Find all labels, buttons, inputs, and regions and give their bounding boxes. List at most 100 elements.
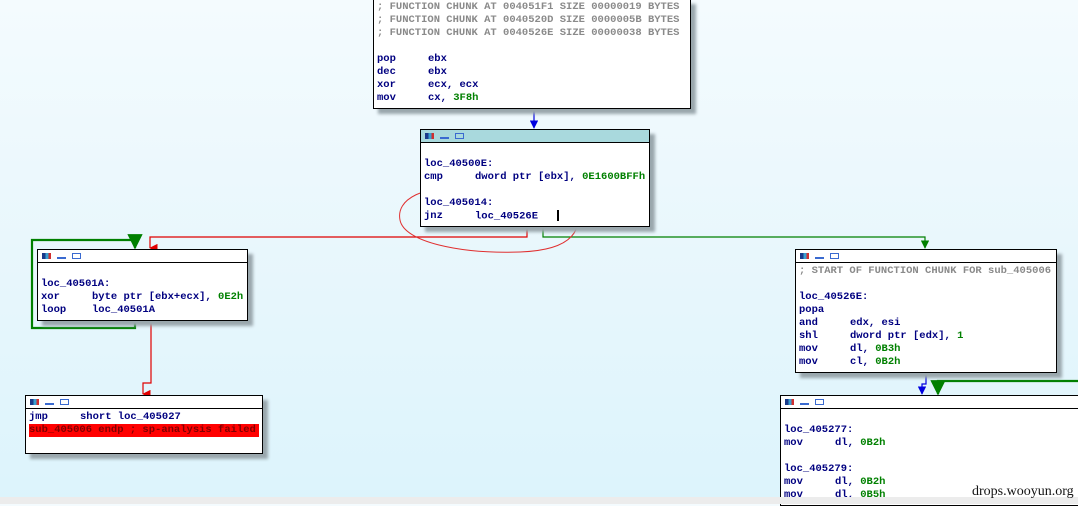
operand: edx, esi xyxy=(850,317,901,329)
mnemonic: cmp xyxy=(424,171,443,183)
graph-color-icon[interactable] xyxy=(30,399,39,405)
code-line[interactable] xyxy=(41,265,244,278)
code-line[interactable]: dec ebx xyxy=(377,66,687,79)
code-block-loc_40526E[interactable]: ; START OF FUNCTION CHUNK FOR sub_405006… xyxy=(795,249,1057,373)
mnemonic: mov xyxy=(784,437,803,449)
block-body: ; FUNCTION CHUNK AT 004051F1 SIZE 000000… xyxy=(374,0,690,108)
operand: short loc_405027 xyxy=(80,411,181,423)
code-block-jmp_block[interactable]: jmp short loc_405027 sub_405006 endp ; sp-… xyxy=(25,395,263,454)
operand: cx, xyxy=(428,92,454,104)
immediate-value: 0E1600BFFh xyxy=(582,171,646,183)
edge-to-loc_405277 xyxy=(917,370,927,395)
operand: dl, xyxy=(835,437,861,449)
code-line[interactable]: ; FUNCTION CHUNK AT 0040526E SIZE 000000… xyxy=(377,27,687,40)
mnemonic: xor xyxy=(41,291,60,303)
code-line[interactable]: ; FUNCTION CHUNK AT 004051F1 SIZE 000000… xyxy=(377,1,687,14)
operand: ecx, ecx xyxy=(428,79,479,91)
mnemonic: dec xyxy=(377,66,396,78)
code-line[interactable] xyxy=(424,184,646,197)
immediate-value: 0B2h xyxy=(860,437,886,449)
mnemonic: mov xyxy=(799,356,818,368)
code-label[interactable]: loc_40501A: xyxy=(41,278,110,290)
node-group-icon[interactable] xyxy=(60,399,69,405)
horizontal-scrollbar[interactable] xyxy=(0,497,1078,504)
block-header xyxy=(38,250,247,263)
code-block-loc_40501A[interactable]: loc_40501A: xor byte ptr [ebx+ecx], 0E2h lo… xyxy=(37,249,248,321)
block-body: ; START OF FUNCTION CHUNK FOR sub_405006… xyxy=(796,263,1056,372)
code-line[interactable] xyxy=(784,411,1078,424)
code-line[interactable] xyxy=(784,450,1078,463)
operand: byte ptr [ebx+ecx], xyxy=(92,291,219,303)
node-rename-icon[interactable] xyxy=(45,399,54,405)
code-line[interactable]: ; START OF FUNCTION CHUNK FOR sub_405006 xyxy=(799,265,1053,278)
operand: ebx xyxy=(428,66,447,78)
code-line[interactable]: mov dl, 0B2h xyxy=(784,437,1078,450)
code-label[interactable]: loc_405277: xyxy=(784,424,853,436)
code-line[interactable]: shl dword ptr [edx], 1 xyxy=(799,330,1053,343)
edge-true-to-loc_40526E xyxy=(542,226,930,249)
code-line[interactable]: loop loc_40501A xyxy=(41,304,244,317)
code-line[interactable]: jmp short loc_405027 xyxy=(29,411,259,424)
immediate-value: 0B2h xyxy=(860,476,886,488)
mnemonic: xor xyxy=(377,79,396,91)
code-line[interactable]: loc_405277: xyxy=(784,424,1078,437)
code-line[interactable]: and edx, esi xyxy=(799,317,1053,330)
code-label[interactable]: loc_40526E: xyxy=(799,291,868,303)
edge-loop-exit xyxy=(142,319,152,399)
code-block-loc_40500E[interactable]: loc_40500E: cmp dword ptr [ebx], 0E1600BFF… xyxy=(420,129,650,227)
operand: dl, xyxy=(850,343,876,355)
code-line[interactable]: sub_405006 endp ; sp-analysis failed xyxy=(29,424,259,437)
watermark: drops.wooyun.org xyxy=(972,484,1074,499)
operand: dword ptr [ebx], xyxy=(475,171,583,183)
node-group-icon[interactable] xyxy=(830,253,839,259)
code-line[interactable]: ; FUNCTION CHUNK AT 0040520D SIZE 000000… xyxy=(377,14,687,27)
mnemonic: popa xyxy=(799,304,825,316)
code-label[interactable]: loc_405279: xyxy=(784,463,853,475)
operand: ebx xyxy=(428,53,447,65)
code-line[interactable]: xor byte ptr [ebx+ecx], 0E2h xyxy=(41,291,244,304)
code-line[interactable]: loc_40526E: xyxy=(799,291,1053,304)
code-line[interactable]: loc_405279: xyxy=(784,463,1078,476)
graph-color-icon[interactable] xyxy=(42,253,51,259)
code-line[interactable] xyxy=(29,437,259,450)
node-rename-icon[interactable] xyxy=(57,253,66,259)
mnemonic: mov xyxy=(799,343,818,355)
node-group-icon[interactable] xyxy=(72,253,81,259)
code-line[interactable]: xor ecx, ecx xyxy=(377,79,687,92)
code-label[interactable]: loc_405014: xyxy=(424,197,493,209)
graph-color-icon[interactable] xyxy=(785,399,794,405)
mnemonic: mov xyxy=(377,92,396,104)
block-body: loc_40501A: xor byte ptr [ebx+ecx], 0E2h lo… xyxy=(38,263,247,320)
graph-color-icon[interactable] xyxy=(800,253,809,259)
code-line[interactable] xyxy=(799,278,1053,291)
operand: cl, xyxy=(850,356,876,368)
code-line[interactable] xyxy=(424,145,646,158)
code-line[interactable]: cmp dword ptr [ebx], 0E1600BFFh xyxy=(424,171,646,184)
comment: ; START OF FUNCTION CHUNK FOR sub_405006 xyxy=(799,265,1052,277)
node-rename-icon[interactable] xyxy=(815,253,824,259)
immediate-value: 0B3h xyxy=(875,343,901,355)
node-group-icon[interactable] xyxy=(455,133,464,139)
immediate-value: 0B2h xyxy=(875,356,901,368)
code-block-top[interactable]: ; FUNCTION CHUNK AT 004051F1 SIZE 000000… xyxy=(373,0,691,109)
comment: ; FUNCTION CHUNK AT 004051F1 SIZE 000000… xyxy=(377,1,680,13)
node-rename-icon[interactable] xyxy=(440,133,449,139)
code-line[interactable]: loc_40500E: xyxy=(424,158,646,171)
code-label[interactable]: loc_40500E: xyxy=(424,158,493,170)
code-line[interactable]: mov cl, 0B2h xyxy=(799,356,1053,369)
mnemonic: jmp xyxy=(29,411,48,423)
code-line[interactable]: mov dl, 0B3h xyxy=(799,343,1053,356)
code-line[interactable]: popa xyxy=(799,304,1053,317)
code-line[interactable]: loc_405014: xyxy=(424,197,646,210)
code-line[interactable]: mov cx, 3F8h xyxy=(377,92,687,105)
code-line[interactable]: jnz loc_40526E xyxy=(424,210,646,223)
node-group-icon[interactable] xyxy=(815,399,824,405)
operand: dl, xyxy=(835,476,861,488)
node-rename-icon[interactable] xyxy=(800,399,809,405)
graph-color-icon[interactable] xyxy=(425,133,434,139)
operand: dword ptr [edx], xyxy=(850,330,958,342)
code-line[interactable] xyxy=(377,40,687,53)
mnemonic: and xyxy=(799,317,818,329)
code-line[interactable]: loc_40501A: xyxy=(41,278,244,291)
code-line[interactable]: pop ebx xyxy=(377,53,687,66)
